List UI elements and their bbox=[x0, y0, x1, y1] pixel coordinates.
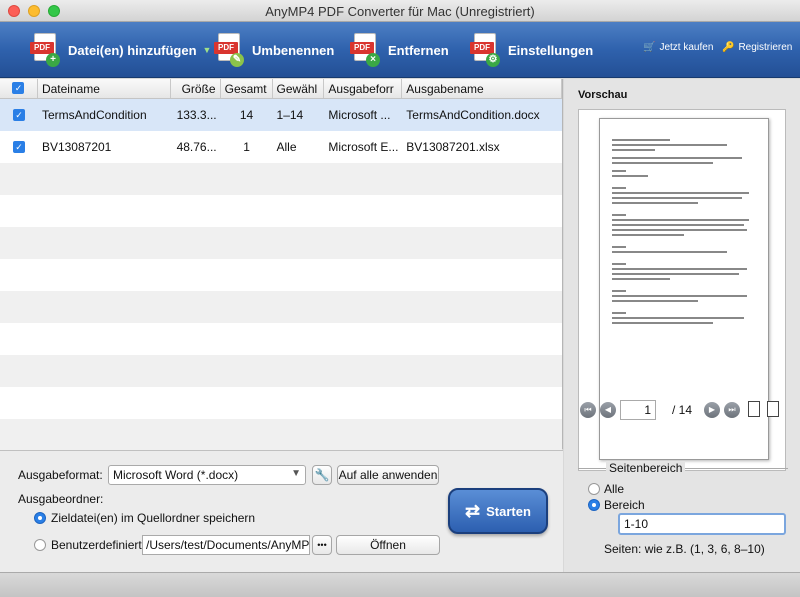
empty-row bbox=[0, 227, 562, 259]
empty-row bbox=[0, 355, 562, 387]
custom-path-field[interactable]: /Users/test/Documents/AnyMP4 bbox=[142, 535, 310, 555]
remove-button[interactable]: PDF × Entfernen bbox=[350, 32, 449, 68]
page-number-input[interactable]: 1 bbox=[620, 400, 656, 420]
row-checkbox[interactable]: ✓ bbox=[0, 109, 38, 121]
dropdown-arrow-icon[interactable]: ▼ bbox=[203, 45, 212, 55]
all-pages-label[interactable]: Alle bbox=[604, 482, 624, 496]
range-radio[interactable] bbox=[588, 499, 600, 511]
window-title: AnyMP4 PDF Converter für Mac (Unregistri… bbox=[265, 4, 535, 19]
custom-folder-radio[interactable] bbox=[34, 539, 46, 551]
rename-label: Umbenennen bbox=[252, 42, 335, 58]
col-size[interactable]: Größe bbox=[171, 79, 221, 98]
empty-row bbox=[0, 323, 562, 355]
cell-output-format[interactable]: Microsoft ... bbox=[324, 108, 402, 122]
cell-selected-pages[interactable]: 1–14 bbox=[273, 108, 325, 122]
col-selected[interactable]: Gewähl bbox=[273, 79, 325, 98]
cell-filename: TermsAndCondition bbox=[41, 108, 147, 122]
settings-button[interactable]: PDF ⚙ Einstellungen bbox=[470, 32, 593, 68]
cell-total: 14 bbox=[239, 108, 254, 122]
status-bar bbox=[0, 572, 800, 597]
save-source-radio[interactable] bbox=[34, 512, 46, 524]
page-range-title: Seitenbereich bbox=[606, 461, 686, 475]
empty-row bbox=[0, 195, 562, 227]
next-page-icon[interactable]: ▶ bbox=[704, 402, 720, 418]
pdf-remove-icon: PDF × bbox=[350, 33, 380, 67]
col-output-format[interactable]: Ausgabeforr bbox=[324, 79, 403, 98]
format-settings-button[interactable]: 🔧 bbox=[312, 465, 332, 485]
col-filename[interactable]: Dateiname bbox=[38, 79, 171, 98]
cell-filename: BV13087201 bbox=[41, 140, 112, 154]
browse-button[interactable]: ••• bbox=[312, 535, 332, 555]
custom-folder-label[interactable]: Benutzerdefiniert: bbox=[51, 538, 145, 552]
previous-page-icon[interactable]: ◀ bbox=[600, 402, 616, 418]
settings-label: Einstellungen bbox=[508, 42, 594, 58]
cell-size: 48.76... bbox=[176, 140, 217, 154]
col-total[interactable]: Gesamt bbox=[221, 79, 273, 98]
output-format-select[interactable]: Microsoft Word (*.docx) ▼ bbox=[108, 465, 306, 485]
cell-total: 1 bbox=[243, 140, 250, 154]
page-range-input[interactable]: 1-10 bbox=[618, 513, 786, 535]
cell-output-name: BV13087201.xlsx bbox=[406, 140, 500, 154]
apply-to-all-button[interactable]: Auf alle anwenden bbox=[337, 465, 439, 485]
wrench-icon: 🔧 bbox=[314, 468, 330, 482]
empty-row bbox=[0, 163, 562, 195]
cell-output-format[interactable]: Microsoft E... bbox=[324, 140, 402, 154]
buy-now-label: Jetzt kaufen bbox=[659, 42, 714, 53]
empty-row bbox=[0, 291, 562, 323]
add-files-label: Datei(en) hinzufügen bbox=[68, 42, 197, 58]
cell-size: 133.3... bbox=[176, 108, 217, 122]
start-label: Starten bbox=[486, 503, 531, 519]
register-button[interactable]: 🔑 Registrieren bbox=[722, 42, 792, 53]
title-bar: AnyMP4 PDF Converter für Mac (Unregistri… bbox=[0, 0, 800, 22]
chevron-down-icon: ▼ bbox=[291, 468, 301, 479]
empty-row bbox=[0, 259, 562, 291]
remove-label: Entfernen bbox=[388, 42, 449, 58]
last-page-icon[interactable]: ⏭ bbox=[724, 402, 740, 418]
output-settings-panel: Ausgabeformat: Microsoft Word (*.docx) ▼… bbox=[0, 450, 563, 572]
table-row[interactable]: ✓ TermsAndCondition 133.3... 14 1–14 Mic… bbox=[0, 99, 562, 131]
start-button[interactable]: ⇄ Starten bbox=[448, 488, 548, 534]
pdf-rename-icon: PDF ✎ bbox=[214, 33, 244, 67]
empty-row bbox=[0, 419, 562, 451]
document-icon[interactable] bbox=[748, 401, 760, 417]
toolbar: PDF + Datei(en) hinzufügen ▼ PDF ✎ Umben… bbox=[0, 22, 800, 78]
col-output-name[interactable]: Ausgabename bbox=[402, 79, 562, 98]
cell-output-name: TermsAndCondition.docx bbox=[406, 108, 540, 122]
rename-button[interactable]: PDF ✎ Umbenennen bbox=[214, 32, 334, 68]
cell-selected-pages[interactable]: Alle bbox=[273, 140, 325, 154]
table-header: ✓ Dateiname Größe Gesamt Gewähl Ausgabef… bbox=[0, 79, 562, 99]
total-pages-label: / 14 bbox=[672, 403, 693, 417]
convert-arrows-icon: ⇄ bbox=[465, 500, 481, 521]
open-folder-button[interactable]: Öffnen bbox=[336, 535, 440, 555]
save-source-label[interactable]: Zieldatei(en) im Quellordner speichern bbox=[51, 511, 255, 525]
output-folder-label: Ausgabeordner: bbox=[18, 492, 104, 506]
preview-panel: Vorschau ⏮ ◀ 1 / 14 ▶ ⏭ Seitenbereich Al… bbox=[564, 79, 800, 572]
key-icon: 🔑 bbox=[722, 42, 735, 53]
output-format-label: Ausgabeformat: bbox=[18, 468, 103, 482]
output-format-value: Microsoft Word (*.docx) bbox=[113, 468, 239, 482]
file-list: ✓ Dateiname Größe Gesamt Gewähl Ausgabef… bbox=[0, 79, 563, 451]
pdf-settings-icon: PDF ⚙ bbox=[470, 33, 500, 67]
row-checkbox[interactable]: ✓ bbox=[0, 141, 38, 153]
select-all-checkbox[interactable]: ✓ bbox=[0, 79, 38, 98]
document-info-icon[interactable] bbox=[767, 401, 779, 417]
range-label[interactable]: Bereich bbox=[604, 498, 645, 512]
first-page-icon[interactable]: ⏮ bbox=[580, 402, 596, 418]
page-range-group: Seitenbereich Alle Bereich 1-10 Seiten: … bbox=[578, 461, 788, 568]
pdf-add-icon: PDF + bbox=[30, 33, 60, 67]
all-pages-radio[interactable] bbox=[588, 483, 600, 495]
empty-row bbox=[0, 387, 562, 419]
buy-now-button[interactable]: 🛒 Jetzt kaufen bbox=[643, 42, 713, 53]
register-label: Registrieren bbox=[738, 42, 793, 53]
table-row[interactable]: ✓ BV13087201 48.76... 1 Alle Microsoft E… bbox=[0, 131, 562, 163]
cart-icon: 🛒 bbox=[643, 42, 656, 53]
page-range-hint: Seiten: wie z.B. (1, 3, 6, 8–10) bbox=[604, 542, 765, 556]
preview-title: Vorschau bbox=[578, 89, 628, 101]
add-files-button[interactable]: PDF + Datei(en) hinzufügen ▼ bbox=[30, 32, 211, 68]
